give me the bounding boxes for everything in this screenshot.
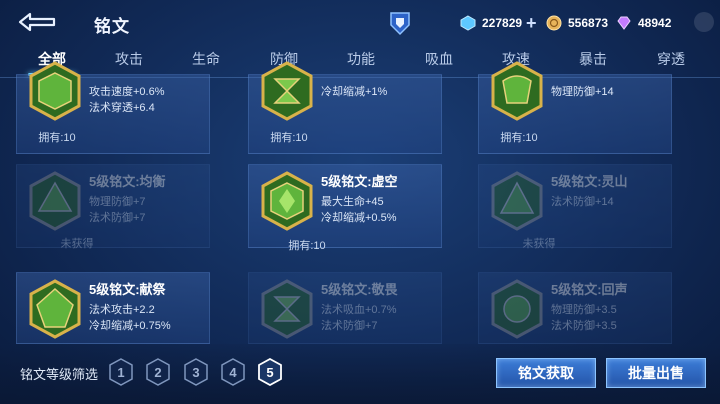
currency-diamond: 227829 + xyxy=(460,13,537,33)
card-attr: 攻击速度+0.6% xyxy=(89,86,165,98)
level-number: 3 xyxy=(192,365,199,380)
card-owned: 拥有:10 xyxy=(38,132,76,144)
level-number: 5 xyxy=(266,365,273,380)
tab-attack[interactable]: 攻击 xyxy=(99,44,159,78)
card-attr: 法术吸血+0.7% xyxy=(321,304,397,316)
inscription-emblem-icon xyxy=(261,279,313,339)
card-name: 5级铭文:虚空 xyxy=(321,174,398,189)
card-attr: 法术防御+3.5 xyxy=(551,320,617,332)
level-number: 1 xyxy=(117,365,124,380)
level-filter-4[interactable]: 4 xyxy=(220,358,246,386)
level-filter-1[interactable]: 1 xyxy=(108,358,134,386)
add-diamond-button[interactable]: + xyxy=(526,14,537,32)
inscription-emblem-icon xyxy=(491,61,543,121)
card-name: 5级铭文:回声 xyxy=(551,282,628,297)
card-name: 5级铭文:敬畏 xyxy=(321,282,398,297)
card-owned: 拥有:10 xyxy=(270,132,308,144)
inscription-emblem-icon xyxy=(261,171,313,231)
card-attr: 冷却缩减+0.5% xyxy=(321,212,397,224)
tab-penetration[interactable]: 穿透 xyxy=(641,44,701,78)
tab-critical[interactable]: 暴击 xyxy=(563,44,623,78)
inscription-card-9[interactable]: 5级铭文:回声 物理防御+3.5 法术防御+3.5 xyxy=(478,272,672,344)
card-attr: 法术攻击+2.2 xyxy=(89,304,155,316)
level-filter-2[interactable]: 2 xyxy=(145,358,171,386)
tab-utility[interactable]: 功能 xyxy=(331,44,391,78)
card-owned: 未获得 xyxy=(60,238,94,250)
card-attr: 物理防御+14 xyxy=(551,86,614,98)
card-attr: 法术防御+7 xyxy=(321,320,378,332)
inscription-emblem-icon xyxy=(29,171,81,231)
back-arrow-icon[interactable] xyxy=(14,10,60,34)
inscription-emblem-icon xyxy=(491,171,543,231)
card-name: 5级铭文:均衡 xyxy=(89,174,166,189)
page-title: 铭文 xyxy=(94,17,130,36)
level-filter-5[interactable]: 5 xyxy=(257,358,283,386)
inscription-card-8[interactable]: 5级铭文:敬畏 法术吸血+0.7% 法术防御+7 xyxy=(248,272,442,344)
inscription-card-3[interactable]: 物理防御+14 拥有:10 xyxy=(478,61,672,154)
header-bar: 铭文 227829 + 556873 48942 xyxy=(0,0,720,44)
bottom-bar: 铭文等级筛选 1 2 3 4 5 铭文获取 批量出售 xyxy=(0,344,720,404)
card-owned: 未获得 xyxy=(522,238,556,250)
inscription-card-7[interactable]: 5级铭文:献祭 法术攻击+2.2 冷却缩减+0.75% xyxy=(16,272,210,344)
inscription-emblem-icon xyxy=(491,279,543,339)
currency-gold: 556873 xyxy=(546,13,608,33)
card-attr: 物理防御+7 xyxy=(89,196,146,208)
wifi-icon xyxy=(694,12,714,32)
gold-amount: 556873 xyxy=(568,16,609,30)
inscription-card-2[interactable]: 冷却缩减+1% 拥有:10 xyxy=(248,61,442,154)
inscription-emblem-icon xyxy=(261,61,313,121)
inscription-card-1[interactable]: 攻击速度+0.6% 法术穿透+6.4 拥有:10 xyxy=(16,61,210,154)
card-attr: 法术穿透+6.4 xyxy=(89,102,155,114)
card-attr: 最大生命+45 xyxy=(321,196,384,208)
inscription-emblem-icon xyxy=(29,279,81,339)
card-attr: 冷却缩减+1% xyxy=(321,86,388,98)
bulk-sell-button[interactable]: 批量出售 xyxy=(606,358,706,388)
currency-gem: 48942 xyxy=(616,13,671,33)
shield-badge-icon[interactable] xyxy=(388,10,412,36)
inscription-card-5[interactable]: 5级铭文:虚空 最大生命+45 冷却缩减+0.5% 拥有:10 xyxy=(248,164,442,252)
card-name: 5级铭文:献祭 xyxy=(89,282,166,297)
level-number: 4 xyxy=(229,365,237,380)
inscription-acquire-button[interactable]: 铭文获取 xyxy=(496,358,596,388)
card-attr: 法术防御+14 xyxy=(551,196,614,208)
card-attr: 物理防御+3.5 xyxy=(551,304,617,316)
diamond-amount: 227829 xyxy=(482,16,523,30)
inscription-emblem-icon xyxy=(29,61,81,121)
inscription-card-6[interactable]: 5级铭文:灵山 法术防御+14 未获得 xyxy=(478,164,672,250)
card-owned: 拥有:10 xyxy=(288,240,326,252)
level-filter-label: 铭文等级筛选 xyxy=(20,367,99,382)
gem-amount: 48942 xyxy=(638,16,672,30)
gold-coin-icon xyxy=(546,15,562,31)
level-filter-3[interactable]: 3 xyxy=(183,358,209,386)
category-tabs: 全部 攻击 生命 防御 功能 吸血 攻速 暴击 穿透 xyxy=(0,44,720,78)
level-number: 2 xyxy=(154,365,161,380)
inscription-card-4[interactable]: 5级铭文:均衡 物理防御+7 法术防御+7 未获得 xyxy=(16,164,210,250)
card-owned: 拥有:10 xyxy=(500,132,538,144)
diamond-icon xyxy=(460,15,476,31)
tab-health[interactable]: 生命 xyxy=(176,44,236,78)
card-attr: 冷却缩减+0.75% xyxy=(89,320,171,332)
card-name: 5级铭文:灵山 xyxy=(551,174,628,189)
card-attr: 法术防御+7 xyxy=(89,212,146,224)
tab-lifesteal[interactable]: 吸血 xyxy=(409,44,469,78)
gem-icon xyxy=(617,16,631,30)
